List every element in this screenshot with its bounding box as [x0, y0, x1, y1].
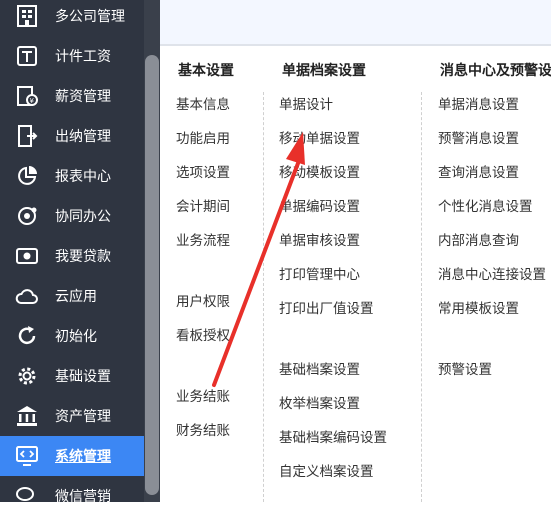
sidebar-item[interactable]: ¥ 薪资管理	[0, 76, 144, 116]
sidebar-item-label: 多公司管理	[55, 9, 125, 25]
pie-chart-icon	[14, 164, 40, 188]
sidebar-item[interactable]: 微信营销	[0, 476, 144, 516]
sidebar-item-label: 我要贷款	[55, 249, 111, 265]
sidebar-item[interactable]: 云应用	[0, 276, 144, 316]
sidebar-item-label: 初始化	[55, 329, 97, 345]
menu-link[interactable]: 用户权限	[176, 290, 230, 310]
sidebar-item-label: 协同办公	[55, 209, 111, 225]
cashier-icon	[14, 124, 40, 148]
sidebar-item-label: 报表中心	[55, 169, 111, 185]
sidebar-item[interactable]: 系统管理	[0, 436, 144, 476]
menu-link[interactable]: 预警设置	[438, 358, 492, 378]
menu-link[interactable]: 消息中心连接设置	[438, 263, 546, 283]
sidebar-item[interactable]: 基础设置	[0, 356, 144, 396]
column-header: 消息中心及预警设	[440, 63, 551, 79]
sidebar-scrollbar-thumb[interactable]	[145, 55, 159, 495]
sidebar-item[interactable]: 计件工资	[0, 36, 144, 76]
sidebar-item-label: 云应用	[55, 289, 97, 305]
bank-icon	[14, 404, 40, 428]
salary-icon: ¥	[14, 84, 40, 108]
column-header: 基本设置	[178, 63, 234, 79]
sidebar-item-label: 系统管理	[55, 449, 111, 465]
sidebar: 多公司管理计件工资 ¥ 薪资管理出纳管理报表中心协同办公我要贷款云应用初始化基础设置…	[0, 0, 160, 505]
menu-link[interactable]: 预警消息设置	[438, 127, 519, 147]
menu-link[interactable]: 查询消息设置	[438, 161, 519, 181]
gear-icon	[14, 364, 40, 388]
column-divider	[421, 92, 422, 502]
sidebar-item[interactable]: 多公司管理	[0, 0, 144, 36]
loan-icon	[14, 244, 40, 268]
menu-link[interactable]: 内部消息查询	[438, 229, 519, 249]
svg-text:¥: ¥	[30, 97, 35, 105]
menu-link[interactable]: 移动单据设置	[279, 127, 360, 147]
menu-link[interactable]: 基本信息	[176, 93, 230, 113]
building-icon	[14, 4, 40, 28]
sidebar-item[interactable]: 协同办公	[0, 196, 144, 236]
column-divider	[263, 92, 264, 502]
menu-link[interactable]: 单据审核设置	[279, 229, 360, 249]
menu-link[interactable]: 财务结账	[176, 419, 230, 439]
sidebar-item-label: 基础设置	[55, 369, 111, 385]
menu-link[interactable]: 常用模板设置	[438, 297, 519, 317]
menu-link[interactable]: 基础档案编码设置	[279, 426, 387, 446]
sidebar-item[interactable]: 报表中心	[0, 156, 144, 196]
menu-link[interactable]: 功能启用	[176, 127, 230, 147]
sidebar-item[interactable]: 资产管理	[0, 396, 144, 436]
sidebar-item[interactable]: 初始化	[0, 316, 144, 356]
top-band	[160, 0, 551, 46]
menu-link[interactable]: 枚举档案设置	[279, 392, 360, 412]
menu-link[interactable]: 选项设置	[176, 161, 230, 181]
menu-link[interactable]: 看板授权	[176, 324, 230, 344]
sidebar-item-label: 薪资管理	[55, 89, 111, 105]
piecework-icon	[14, 44, 40, 68]
menu-link[interactable]: 移动模板设置	[279, 161, 360, 181]
menu-link[interactable]: 单据消息设置	[438, 93, 519, 113]
menu-link[interactable]: 自定义档案设置	[279, 460, 374, 480]
menu-link[interactable]: 打印出厂值设置	[279, 297, 374, 317]
menu-link[interactable]: 单据设计	[279, 93, 333, 113]
sidebar-item[interactable]: 我要贷款	[0, 236, 144, 276]
menu-link[interactable]: 打印管理中心	[279, 263, 360, 283]
sidebar-item-label: 资产管理	[55, 409, 111, 425]
sidebar-item[interactable]: 出纳管理	[0, 116, 144, 156]
collaboration-icon	[14, 204, 40, 228]
menu-link[interactable]: 个性化消息设置	[438, 195, 533, 215]
menu-link[interactable]: 单据编码设置	[279, 195, 360, 215]
code-monitor-icon	[14, 444, 40, 468]
menu-link[interactable]: 业务结账	[176, 385, 230, 405]
sidebar-item-label: 出纳管理	[55, 129, 111, 145]
menu-link[interactable]: 基础档案设置	[279, 358, 360, 378]
wechat-icon	[14, 484, 40, 508]
sidebar-item-label: 微信营销	[55, 489, 111, 505]
refresh-icon	[14, 324, 40, 348]
sidebar-item-label: 计件工资	[55, 49, 111, 65]
column-header: 单据档案设置	[282, 63, 366, 79]
cloud-icon	[14, 284, 40, 308]
menu-link[interactable]: 会计期间	[176, 195, 230, 215]
menu-link[interactable]: 业务流程	[176, 229, 230, 249]
